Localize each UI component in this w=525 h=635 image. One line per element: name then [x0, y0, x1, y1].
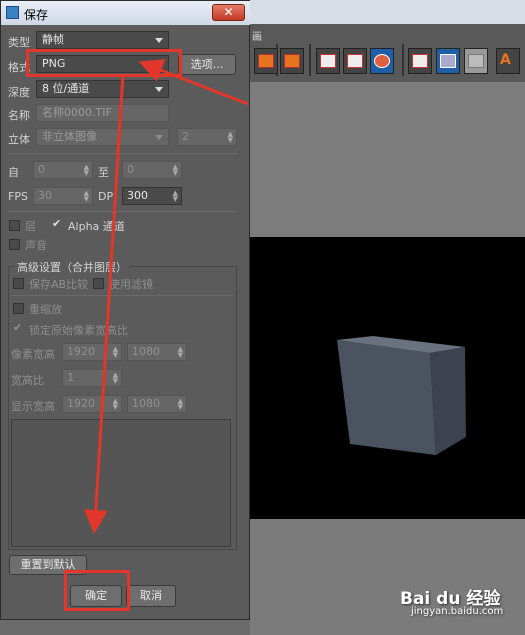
watermark-url: jingyan.baidu.com: [411, 606, 504, 617]
arrow-to-format: [138, 59, 249, 106]
arrow-to-ok: [83, 73, 125, 534]
annotation-arrows: [83, 59, 249, 534]
